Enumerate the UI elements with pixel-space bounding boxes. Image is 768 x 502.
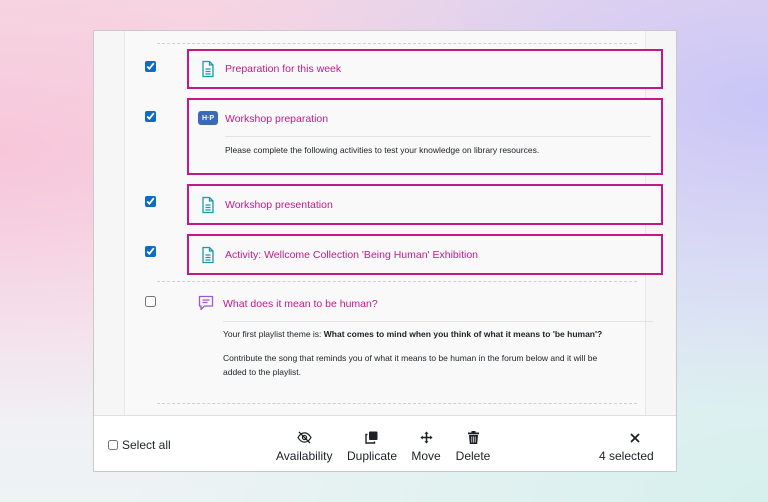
eye-slash-icon <box>296 430 312 444</box>
move-arrows-icon <box>419 430 433 444</box>
activity-item-forum[interactable]: What does it mean to be human? Your firs… <box>187 284 663 384</box>
item-checkbox-preparation[interactable] <box>145 61 156 72</box>
section-divider <box>157 281 637 282</box>
item-divider <box>223 321 653 322</box>
activity-item-wellcome-collection[interactable]: Activity: Wellcome Collection 'Being Hum… <box>187 234 663 275</box>
close-icon <box>630 433 640 443</box>
section-divider <box>157 403 637 404</box>
activity-title[interactable]: Workshop presentation <box>225 199 333 211</box>
selected-count: 4 selected <box>599 449 654 463</box>
forum-icon <box>198 295 214 311</box>
select-all-checkbox[interactable] <box>108 440 118 450</box>
select-all[interactable]: Select all <box>108 438 171 452</box>
duplicate-button[interactable]: Duplicate <box>347 428 397 463</box>
copy-icon <box>364 431 377 444</box>
activity-description-2: Contribute the song that reminds you of … <box>223 353 598 377</box>
activity-title[interactable]: Workshop preparation <box>225 113 328 125</box>
availability-button[interactable]: Availability <box>276 428 332 463</box>
activity-description: Please complete the following activities… <box>225 145 540 155</box>
trash-icon <box>467 430 479 444</box>
activity-title[interactable]: Preparation for this week <box>225 63 341 75</box>
page-icon <box>202 196 214 214</box>
move-button[interactable]: Move <box>410 428 442 463</box>
bulk-edit-toolbar: Select all Availability Duplicate Move D… <box>94 415 676 471</box>
activity-title[interactable]: Activity: Wellcome Collection 'Being Hum… <box>225 249 478 261</box>
course-section-content: Preparation for this week H·P Workshop p… <box>124 31 663 415</box>
item-divider <box>225 136 651 137</box>
activity-item-workshop-presentation[interactable]: Workshop presentation <box>187 184 663 225</box>
activity-title[interactable]: What does it mean to be human? <box>223 298 378 310</box>
item-checkbox-workshop-preparation[interactable] <box>145 111 156 122</box>
activity-item-workshop-preparation[interactable]: H·P Workshop preparation Please complete… <box>187 98 663 175</box>
item-checkbox-wellcome-activity[interactable] <box>145 246 156 257</box>
close-bulk-edit-button[interactable] <box>630 430 642 443</box>
page-icon <box>202 60 214 78</box>
course-page-frame: Preparation for this week H·P Workshop p… <box>93 30 677 472</box>
item-checkbox-forum[interactable] <box>145 296 156 307</box>
section-divider <box>157 43 637 44</box>
activity-description: Your first playlist theme is: What comes… <box>223 329 603 339</box>
activity-item-preparation[interactable]: Preparation for this week <box>187 49 663 89</box>
page-icon <box>202 246 214 264</box>
delete-button[interactable]: Delete <box>455 428 491 463</box>
h5p-icon: H·P <box>198 111 218 125</box>
item-checkbox-workshop-presentation[interactable] <box>145 196 156 207</box>
